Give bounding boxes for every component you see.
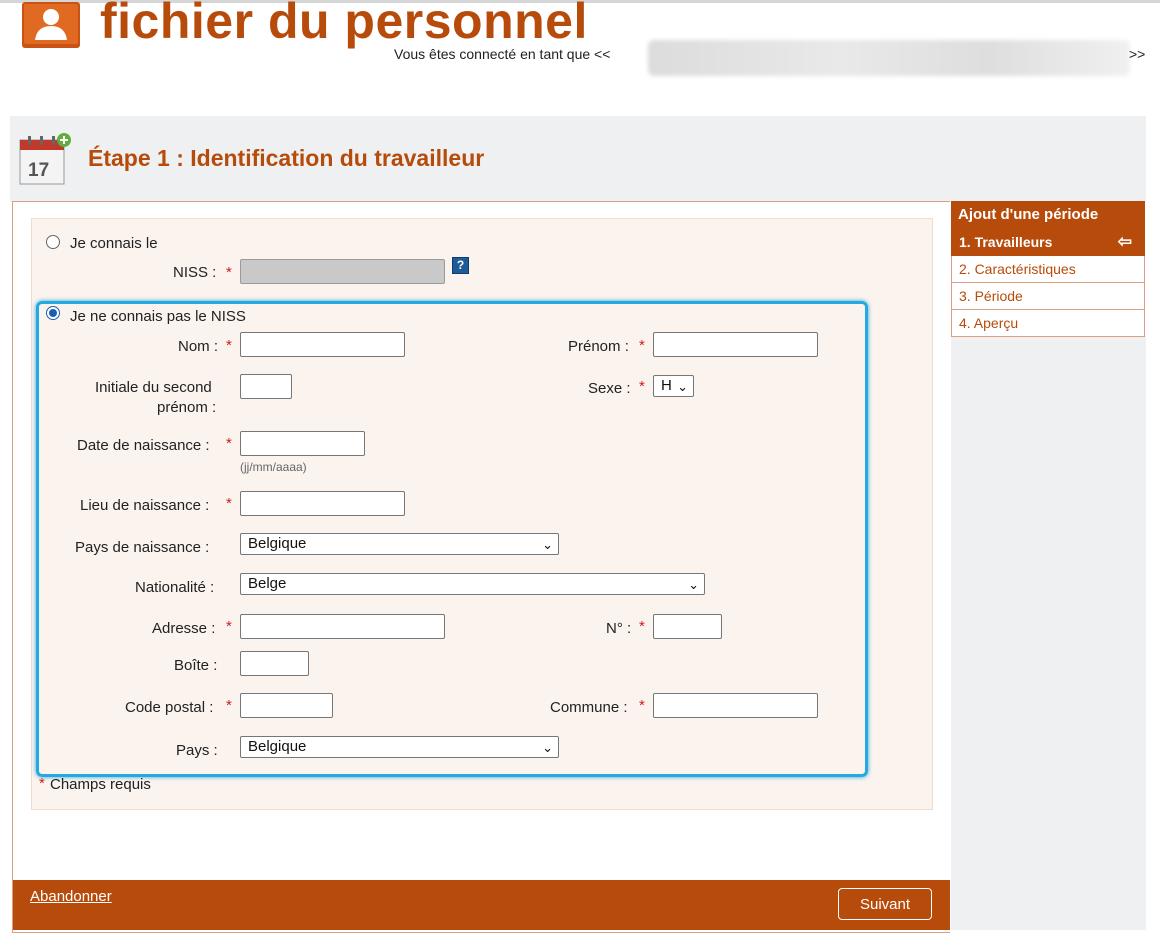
lieu-required-mark: * (226, 495, 232, 512)
niss-label: NISS : (173, 264, 217, 281)
sidebar-item-caracteristiques[interactable]: 2. Caractéristiques (951, 256, 1145, 283)
adresse-required-mark: * (226, 618, 232, 635)
boite-label: Boîte : (174, 657, 218, 674)
sidebar-item-label: 2. Caractéristiques (959, 261, 1076, 277)
date-input[interactable] (240, 431, 365, 456)
connected-as-suffix: >> (1129, 46, 1146, 62)
chevron-down-icon: ⌄ (542, 740, 553, 755)
sidebar-item-label: 3. Période (959, 288, 1023, 304)
chevron-down-icon: ⌄ (677, 379, 688, 394)
numero-input[interactable] (653, 614, 722, 639)
niss-input[interactable] (240, 259, 445, 284)
abandon-link[interactable]: Abandonner (30, 888, 112, 905)
code-postal-required-mark: * (226, 697, 232, 714)
pays-naissance-label: Pays de naissance : (75, 539, 210, 556)
arrow-left-icon: ⇦ (1117, 232, 1132, 251)
date-label: Date de naissance : (77, 437, 210, 454)
nationalite-value: Belge (248, 575, 287, 592)
prenom-input[interactable] (653, 332, 818, 357)
sexe-required-mark: * (639, 378, 645, 395)
nationalite-label: Nationalité : (135, 579, 215, 596)
connected-as-text: Vous êtes connecté en tant que << (394, 46, 611, 62)
pays-label: Pays : (176, 742, 218, 759)
option-known-label: Je connais le (70, 235, 158, 252)
adresse-input[interactable] (240, 614, 445, 639)
date-hint: (jj/mm/aaaa) (240, 460, 307, 474)
nationalite-select[interactable]: Belge ⌄ (240, 573, 705, 595)
pays-select[interactable]: Belgique ⌄ (240, 736, 559, 758)
lieu-input[interactable] (240, 491, 405, 516)
pays-naissance-select[interactable]: Belgique ⌄ (240, 533, 559, 555)
numero-required-mark: * (639, 618, 645, 635)
commune-required-mark: * (639, 697, 645, 714)
code-postal-input[interactable] (240, 693, 333, 718)
sidebar-item-label: 1. Travailleurs (959, 234, 1053, 250)
sexe-select[interactable]: H ⌄ (653, 375, 694, 397)
pays-naissance-value: Belgique (248, 535, 307, 552)
blurred-user-name (648, 40, 1130, 76)
svg-text:17: 17 (28, 160, 49, 181)
calendar-add-icon: 17 (19, 133, 71, 185)
help-icon[interactable]: ? (452, 257, 469, 274)
chevron-down-icon: ⌄ (688, 577, 699, 592)
code-postal-label: Code postal : (125, 699, 214, 716)
nom-label: Nom : (178, 338, 219, 355)
adresse-label: Adresse : (152, 620, 216, 637)
required-note: Champs requis (50, 776, 151, 793)
initiale-label-line2: prénom : (157, 399, 217, 416)
sexe-label: Sexe : (588, 380, 631, 397)
sidebar-item-apercu[interactable]: 4. Aperçu (951, 310, 1145, 337)
app-title: fichier du personnel (100, 0, 588, 49)
pays-value: Belgique (248, 738, 307, 755)
sexe-select-value: H (661, 377, 672, 394)
bottom-action-bar (13, 880, 950, 930)
commune-label: Commune : (550, 699, 628, 716)
radio-unknown-niss[interactable] (46, 306, 60, 320)
niss-required-mark: * (226, 264, 232, 281)
step-title: Étape 1 : Identification du travailleur (88, 145, 485, 171)
radio-known-niss[interactable] (46, 235, 60, 249)
sidebar-background (951, 336, 1146, 930)
date-required-mark: * (226, 435, 232, 452)
option-unknown-label: Je ne connais pas le NISS (70, 308, 246, 325)
sidebar-item-label: 4. Aperçu (959, 315, 1019, 331)
initiale-input[interactable] (240, 374, 292, 399)
person-logo-icon (22, 2, 80, 48)
lieu-label: Lieu de naissance : (80, 497, 210, 514)
required-note-mark: * (39, 775, 45, 792)
sidebar-item-travailleurs[interactable]: 1. Travailleurs ⇦ (951, 229, 1145, 256)
sidebar-item-periode[interactable]: 3. Période (951, 283, 1145, 310)
commune-input[interactable] (653, 693, 818, 718)
chevron-down-icon: ⌄ (542, 537, 553, 552)
nom-required-mark: * (226, 337, 232, 354)
boite-input[interactable] (240, 651, 309, 676)
nom-input[interactable] (240, 332, 405, 357)
prenom-required-mark: * (639, 337, 645, 354)
sidebar-title: Ajout d'une période (951, 201, 1145, 229)
prenom-label: Prénom : (568, 338, 629, 355)
next-button[interactable]: Suivant (838, 888, 932, 920)
initiale-label-line1: Initiale du second (95, 379, 212, 396)
numero-label: N° : (606, 620, 632, 637)
